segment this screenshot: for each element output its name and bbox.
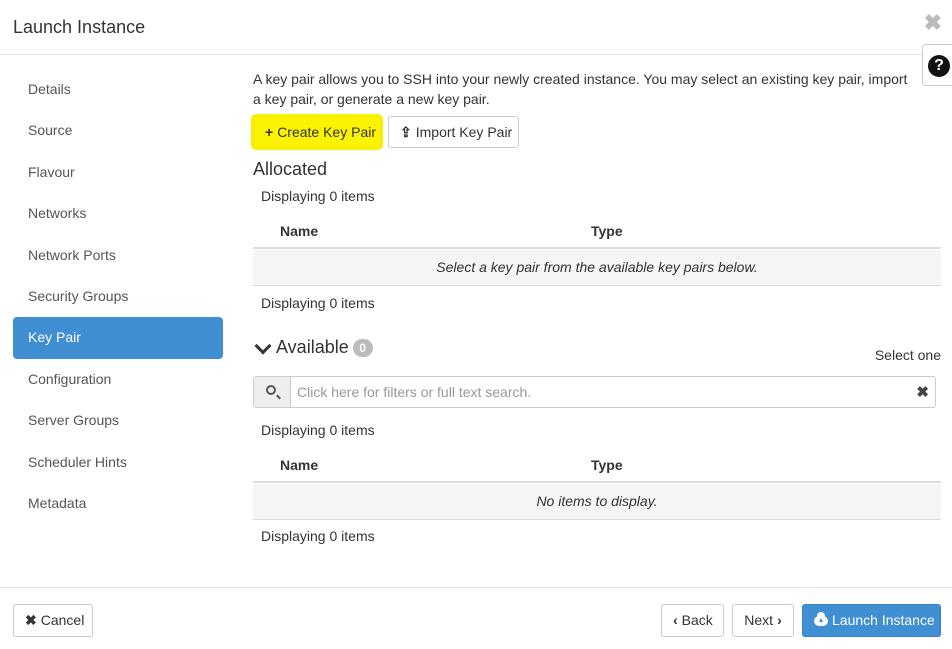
column-type[interactable]: Type [591,457,623,473]
available-empty-row: No items to display. [253,484,941,520]
back-button[interactable]: ‹ Back [661,604,724,637]
select-one-hint: Select one [874,347,941,363]
cloud-upload-icon [814,612,828,626]
create-key-pair-button[interactable]: + Create Key Pair [253,116,381,148]
close-icon: ✖ [25,612,37,628]
allocated-count-bottom: Displaying 0 items [261,295,375,311]
search-input[interactable] [292,377,912,407]
plus-icon: + [265,124,274,140]
chevron-left-icon: ‹ [673,612,678,628]
sidebar-item-server-groups[interactable]: Server Groups [13,400,223,441]
column-name[interactable]: Name [280,223,318,239]
sidebar-item-source[interactable]: Source [13,110,223,151]
upload-icon: ⇪ [400,124,412,140]
chevron-right-icon: › [777,612,782,628]
cancel-button[interactable]: ✖ Cancel [13,604,93,637]
back-label: Back [681,612,713,628]
search-addon [254,377,291,407]
clear-search-icon[interactable]: ✖ [916,383,929,401]
help-button[interactable]: ? [922,44,952,86]
launch-instance-button[interactable]: Launch Instance [802,604,941,637]
sidebar-item-networks[interactable]: Networks [13,193,223,234]
dialog-header: Launch Instance ✖ [0,0,952,55]
sidebar-item-details[interactable]: Details [13,69,223,110]
sidebar-item-key-pair[interactable]: Key Pair [13,317,223,359]
next-button[interactable]: Next › [732,604,794,637]
launch-instance-label: Launch Instance [832,612,935,628]
available-table-header: Name Type [253,448,941,483]
question-circle-icon: ? [928,55,950,77]
column-type[interactable]: Type [591,223,623,239]
allocated-title: Allocated [253,159,328,179]
import-key-pair-button[interactable]: ⇪ Import Key Pair [388,116,519,148]
sidebar-item-configuration[interactable]: Configuration [13,359,223,400]
available-count-bottom: Displaying 0 items [261,528,375,544]
create-key-pair-label: Create Key Pair [277,124,377,140]
wizard-sidebar: Details Source Flavour Networks Network … [13,69,223,524]
search-bar: ✖ [253,376,936,408]
sidebar-item-security-groups[interactable]: Security Groups [13,276,223,317]
sidebar-item-scheduler-hints[interactable]: Scheduler Hints [13,442,223,483]
dialog-footer: ✖ Cancel ‹ Back Next › Launch Instance [0,587,952,649]
available-count-top: Displaying 0 items [261,422,375,438]
sidebar-item-metadata[interactable]: Metadata [13,483,223,524]
close-icon[interactable]: ✖ [924,12,942,34]
next-label: Next [744,612,774,628]
allocated-empty-row: Select a key pair from the available key… [253,250,941,286]
dialog-title: Launch Instance [13,17,146,37]
allocated-table-header: Name Type [253,214,941,249]
search-icon [266,385,276,395]
chevron-down-icon [254,337,272,355]
available-toggle[interactable]: Available 0 [253,337,373,358]
available-title: Available [276,337,349,357]
cancel-label: Cancel [40,612,85,628]
import-key-pair-label: Import Key Pair [415,124,513,140]
intro-text: A key pair allows you to SSH into your n… [253,71,908,107]
available-count-badge: 0 [352,339,373,358]
column-name[interactable]: Name [280,457,318,473]
allocated-count-top: Displaying 0 items [261,188,375,204]
sidebar-item-network-ports[interactable]: Network Ports [13,235,223,276]
sidebar-item-flavour[interactable]: Flavour [13,152,223,193]
